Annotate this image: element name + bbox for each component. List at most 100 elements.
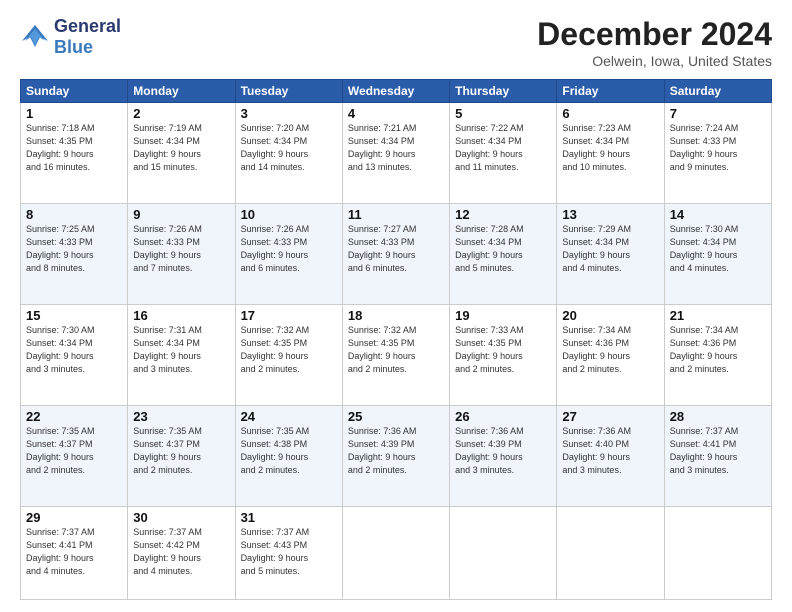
day-info: Sunrise: 7:35 AM Sunset: 4:37 PM Dayligh… xyxy=(133,425,229,477)
day-number: 28 xyxy=(670,409,766,424)
day-info: Sunrise: 7:19 AM Sunset: 4:34 PM Dayligh… xyxy=(133,122,229,174)
day-number: 25 xyxy=(348,409,444,424)
day-info: Sunrise: 7:36 AM Sunset: 4:39 PM Dayligh… xyxy=(348,425,444,477)
day-info: Sunrise: 7:33 AM Sunset: 4:35 PM Dayligh… xyxy=(455,324,551,376)
logo: General Blue xyxy=(20,16,121,57)
day-info: Sunrise: 7:35 AM Sunset: 4:38 PM Dayligh… xyxy=(241,425,337,477)
header-wednesday: Wednesday xyxy=(342,80,449,103)
day-number: 6 xyxy=(562,106,658,121)
header: General Blue December 2024 Oelwein, Iowa… xyxy=(20,16,772,69)
day-number: 3 xyxy=(241,106,337,121)
calendar-week-1: 1Sunrise: 7:18 AM Sunset: 4:35 PM Daylig… xyxy=(21,103,772,204)
day-info: Sunrise: 7:22 AM Sunset: 4:34 PM Dayligh… xyxy=(455,122,551,174)
day-info: Sunrise: 7:36 AM Sunset: 4:40 PM Dayligh… xyxy=(562,425,658,477)
day-info: Sunrise: 7:25 AM Sunset: 4:33 PM Dayligh… xyxy=(26,223,122,275)
day-number: 18 xyxy=(348,308,444,323)
table-cell xyxy=(342,507,449,600)
day-number: 11 xyxy=(348,207,444,222)
table-cell: 7Sunrise: 7:24 AM Sunset: 4:33 PM Daylig… xyxy=(664,103,771,204)
logo-line1: General xyxy=(54,16,121,37)
day-info: Sunrise: 7:23 AM Sunset: 4:34 PM Dayligh… xyxy=(562,122,658,174)
day-number: 5 xyxy=(455,106,551,121)
day-info: Sunrise: 7:29 AM Sunset: 4:34 PM Dayligh… xyxy=(562,223,658,275)
day-number: 10 xyxy=(241,207,337,222)
table-cell xyxy=(450,507,557,600)
day-number: 13 xyxy=(562,207,658,222)
day-number: 16 xyxy=(133,308,229,323)
table-cell: 10Sunrise: 7:26 AM Sunset: 4:33 PM Dayli… xyxy=(235,204,342,305)
day-info: Sunrise: 7:24 AM Sunset: 4:33 PM Dayligh… xyxy=(670,122,766,174)
header-sunday: Sunday xyxy=(21,80,128,103)
day-info: Sunrise: 7:34 AM Sunset: 4:36 PM Dayligh… xyxy=(670,324,766,376)
table-cell: 17Sunrise: 7:32 AM Sunset: 4:35 PM Dayli… xyxy=(235,305,342,406)
table-cell: 5Sunrise: 7:22 AM Sunset: 4:34 PM Daylig… xyxy=(450,103,557,204)
table-cell: 27Sunrise: 7:36 AM Sunset: 4:40 PM Dayli… xyxy=(557,406,664,507)
day-number: 8 xyxy=(26,207,122,222)
table-cell: 29Sunrise: 7:37 AM Sunset: 4:41 PM Dayli… xyxy=(21,507,128,600)
day-number: 31 xyxy=(241,510,337,525)
day-number: 14 xyxy=(670,207,766,222)
table-cell: 19Sunrise: 7:33 AM Sunset: 4:35 PM Dayli… xyxy=(450,305,557,406)
day-info: Sunrise: 7:37 AM Sunset: 4:41 PM Dayligh… xyxy=(670,425,766,477)
table-cell: 23Sunrise: 7:35 AM Sunset: 4:37 PM Dayli… xyxy=(128,406,235,507)
day-info: Sunrise: 7:32 AM Sunset: 4:35 PM Dayligh… xyxy=(348,324,444,376)
calendar-week-5: 29Sunrise: 7:37 AM Sunset: 4:41 PM Dayli… xyxy=(21,507,772,600)
calendar-week-2: 8Sunrise: 7:25 AM Sunset: 4:33 PM Daylig… xyxy=(21,204,772,305)
table-cell: 31Sunrise: 7:37 AM Sunset: 4:43 PM Dayli… xyxy=(235,507,342,600)
day-number: 1 xyxy=(26,106,122,121)
day-number: 17 xyxy=(241,308,337,323)
day-number: 27 xyxy=(562,409,658,424)
header-thursday: Thursday xyxy=(450,80,557,103)
header-tuesday: Tuesday xyxy=(235,80,342,103)
table-cell: 9Sunrise: 7:26 AM Sunset: 4:33 PM Daylig… xyxy=(128,204,235,305)
day-info: Sunrise: 7:21 AM Sunset: 4:34 PM Dayligh… xyxy=(348,122,444,174)
day-number: 21 xyxy=(670,308,766,323)
day-info: Sunrise: 7:30 AM Sunset: 4:34 PM Dayligh… xyxy=(26,324,122,376)
location-title: Oelwein, Iowa, United States xyxy=(537,53,772,69)
day-number: 24 xyxy=(241,409,337,424)
day-info: Sunrise: 7:34 AM Sunset: 4:36 PM Dayligh… xyxy=(562,324,658,376)
table-cell: 12Sunrise: 7:28 AM Sunset: 4:34 PM Dayli… xyxy=(450,204,557,305)
day-info: Sunrise: 7:20 AM Sunset: 4:34 PM Dayligh… xyxy=(241,122,337,174)
table-cell: 22Sunrise: 7:35 AM Sunset: 4:37 PM Dayli… xyxy=(21,406,128,507)
day-info: Sunrise: 7:37 AM Sunset: 4:42 PM Dayligh… xyxy=(133,526,229,578)
page: General Blue December 2024 Oelwein, Iowa… xyxy=(0,0,792,612)
table-cell: 2Sunrise: 7:19 AM Sunset: 4:34 PM Daylig… xyxy=(128,103,235,204)
header-saturday: Saturday xyxy=(664,80,771,103)
calendar-week-4: 22 Sunrise: 7:35 AM Sunset: 4:37 PM Dayli… xyxy=(21,406,772,507)
table-cell: 8Sunrise: 7:25 AM Sunset: 4:33 PM Daylig… xyxy=(21,204,128,305)
table-cell: 30Sunrise: 7:37 AM Sunset: 4:42 PM Dayli… xyxy=(128,507,235,600)
calendar-header-row: SundayMondayTuesdayWednesdayThursdayFrid… xyxy=(21,80,772,103)
day-number: 29 xyxy=(26,510,122,525)
table-cell: 16Sunrise: 7:31 AM Sunset: 4:34 PM Dayli… xyxy=(128,305,235,406)
table-cell: 24Sunrise: 7:35 AM Sunset: 4:38 PM Dayli… xyxy=(235,406,342,507)
day-number: 2 xyxy=(133,106,229,121)
month-title: December 2024 xyxy=(537,16,772,53)
day-info: Sunrise: 7:37 AM Sunset: 4:43 PM Dayligh… xyxy=(241,526,337,578)
day-info: Sunrise: 7:31 AM Sunset: 4:34 PM Dayligh… xyxy=(133,324,229,376)
day-number: 20 xyxy=(562,308,658,323)
day-info: Sunrise: 7:37 AM Sunset: 4:41 PM Dayligh… xyxy=(26,526,122,578)
day-number: 23 xyxy=(133,409,229,424)
calendar-table: SundayMondayTuesdayWednesdayThursdayFrid… xyxy=(20,79,772,600)
table-cell: 15Sunrise: 7:30 AM Sunset: 4:34 PM Dayli… xyxy=(21,305,128,406)
day-number: 22 xyxy=(26,409,122,424)
table-cell: 13Sunrise: 7:29 AM Sunset: 4:34 PM Dayli… xyxy=(557,204,664,305)
day-number: 15 xyxy=(26,308,122,323)
header-friday: Friday xyxy=(557,80,664,103)
table-cell: 25Sunrise: 7:36 AM Sunset: 4:39 PM Dayli… xyxy=(342,406,449,507)
table-cell: 20Sunrise: 7:34 AM Sunset: 4:36 PM Dayli… xyxy=(557,305,664,406)
table-cell: 26Sunrise: 7:36 AM Sunset: 4:39 PM Dayli… xyxy=(450,406,557,507)
header-monday: Monday xyxy=(128,80,235,103)
table-cell: 4Sunrise: 7:21 AM Sunset: 4:34 PM Daylig… xyxy=(342,103,449,204)
day-info: Sunrise: 7:32 AM Sunset: 4:35 PM Dayligh… xyxy=(241,324,337,376)
day-info: Sunrise: 7:27 AM Sunset: 4:33 PM Dayligh… xyxy=(348,223,444,275)
day-info: Sunrise: 7:28 AM Sunset: 4:34 PM Dayligh… xyxy=(455,223,551,275)
table-cell: 21Sunrise: 7:34 AM Sunset: 4:36 PM Dayli… xyxy=(664,305,771,406)
table-cell: 14Sunrise: 7:30 AM Sunset: 4:34 PM Dayli… xyxy=(664,204,771,305)
day-info: Sunrise: 7:18 AM Sunset: 4:35 PM Dayligh… xyxy=(26,122,122,174)
title-block: December 2024 Oelwein, Iowa, United Stat… xyxy=(537,16,772,69)
day-number: 4 xyxy=(348,106,444,121)
table-cell: 3Sunrise: 7:20 AM Sunset: 4:34 PM Daylig… xyxy=(235,103,342,204)
day-info: Sunrise: 7:26 AM Sunset: 4:33 PM Dayligh… xyxy=(241,223,337,275)
